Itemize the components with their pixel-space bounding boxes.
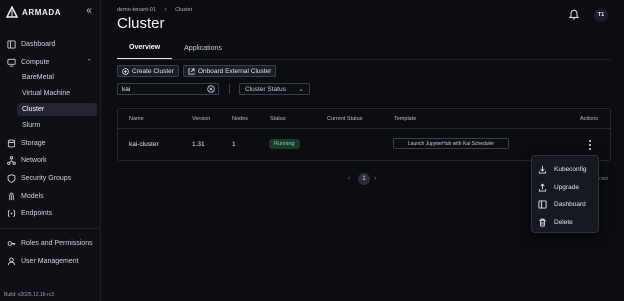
- column-header-actions: Actions: [580, 116, 599, 122]
- sidebar-item-label: Storage: [21, 140, 46, 147]
- sidebar-item-label: Security Groups: [21, 175, 72, 182]
- build-version: Build: v2025.12.16-rc3: [4, 292, 55, 298]
- onboard-external-cluster-button[interactable]: Onboard External Cluster: [183, 65, 277, 77]
- trash-icon: [539, 218, 546, 227]
- onboard-external-cluster-label: Onboard External Cluster: [198, 67, 272, 75]
- sidebar: ARMADA « Dashboard Compute ⌃ BareMetal V…: [0, 0, 101, 301]
- shield-icon: [6, 174, 16, 184]
- sidebar-item-roles-and-permissions[interactable]: Roles and Permissions: [6, 237, 98, 250]
- sidebar-item-label: Dashboard: [21, 41, 56, 48]
- sidebar-item-compute[interactable]: Compute ⌃: [6, 56, 98, 69]
- page-title: Cluster: [117, 15, 165, 32]
- network-icon: [6, 156, 16, 166]
- sidebar-item-slurm[interactable]: Slurm: [17, 119, 97, 132]
- cell-version: 1.31: [192, 141, 205, 148]
- sidebar-item-dashboard[interactable]: Dashboard: [6, 38, 98, 51]
- column-header-template: Template: [394, 116, 417, 122]
- plus-circle-icon: [122, 67, 129, 75]
- column-header-nodes: Nodes: [232, 116, 248, 122]
- compute-icon: [6, 58, 16, 68]
- breadcrumb-separator: >: [163, 7, 168, 13]
- sidebar-item-security-groups[interactable]: Security Groups: [6, 172, 98, 185]
- tabs: Overview Applications: [117, 37, 234, 59]
- pagination-prev-icon[interactable]: ‹: [348, 175, 350, 182]
- sidebar-item-label: Models: [21, 193, 44, 200]
- sidebar-divider: [0, 228, 101, 229]
- models-icon: [6, 192, 16, 202]
- armada-logo-icon: [6, 6, 18, 18]
- sidebar-item-label: Endpoints: [21, 210, 53, 217]
- launch-template-button[interactable]: Launch JupyterHub with Kai Scheduler: [393, 138, 509, 149]
- menu-item-delete[interactable]: Delete: [538, 215, 596, 229]
- sidebar-item-user-management[interactable]: User Management: [6, 255, 98, 268]
- chevron-up-icon: ⌃: [86, 59, 92, 66]
- tab-applications[interactable]: Applications: [172, 37, 234, 59]
- sidebar-item-label: Network: [21, 157, 47, 164]
- cluster-status-select[interactable]: Cluster Status ⌄: [239, 83, 310, 95]
- clear-search-icon[interactable]: [207, 85, 215, 93]
- menu-item-dashboard[interactable]: Dashboard: [538, 197, 596, 211]
- create-cluster-label: Create Cluster: [132, 67, 174, 75]
- create-cluster-button[interactable]: Create Cluster: [117, 65, 179, 77]
- column-header-name: Name: [129, 116, 144, 122]
- onboard-icon: [188, 67, 195, 75]
- obscured-text: own: [599, 176, 609, 182]
- sidebar-item-network[interactable]: Network: [6, 154, 98, 167]
- chevron-down-icon: ⌄: [298, 86, 304, 93]
- sidebar-item-endpoints[interactable]: Endpoints: [6, 207, 98, 220]
- row-actions-kebab-icon[interactable]: [586, 139, 593, 151]
- menu-item-upgrade[interactable]: Upgrade: [538, 180, 596, 194]
- menu-item-label: Upgrade: [554, 183, 579, 191]
- tabs-divider: [117, 59, 611, 60]
- tab-overview[interactable]: Overview: [117, 37, 173, 59]
- breadcrumb: demo-tenant-01 > Cluster: [117, 7, 192, 13]
- brand[interactable]: ARMADA: [6, 6, 61, 18]
- actions-menu: Kubeconfig Upgrade Dashboard Delete: [531, 155, 599, 233]
- sidebar-item-baremetal[interactable]: BareMetal: [17, 71, 97, 84]
- status-badge: Running: [269, 139, 300, 149]
- storage-icon: [6, 139, 16, 149]
- sidebar-item-storage[interactable]: Storage: [6, 137, 98, 150]
- download-icon: [538, 165, 547, 174]
- cell-nodes: 1: [232, 141, 236, 148]
- dashboard-icon: [6, 40, 16, 50]
- avatar[interactable]: T1: [594, 8, 608, 22]
- sidebar-item-label: Compute: [21, 59, 50, 66]
- endpoints-icon: [6, 209, 16, 219]
- menu-item-label: Delete: [554, 218, 573, 226]
- search-input[interactable]: kai: [117, 83, 219, 95]
- pagination-page[interactable]: 1: [358, 173, 370, 185]
- bell-icon[interactable]: [568, 8, 580, 20]
- pagination-next-icon[interactable]: ›: [374, 175, 376, 182]
- collapse-sidebar-icon[interactable]: «: [84, 6, 94, 16]
- breadcrumb-current: Cluster: [175, 7, 193, 13]
- breadcrumb-tenant[interactable]: demo-tenant-01: [117, 7, 156, 13]
- key-icon: [6, 239, 16, 249]
- filter-divider: [229, 84, 230, 94]
- dashboard-icon: [538, 199, 547, 209]
- brand-name: ARMADA: [22, 7, 62, 17]
- sidebar-item-label: Roles and Permissions: [21, 240, 93, 247]
- column-header-current-status: Current Status: [327, 116, 363, 122]
- menu-item-label: Dashboard: [554, 200, 586, 208]
- sidebar-item-virtual-machine[interactable]: Virtual Machine: [17, 87, 97, 100]
- sidebar-item-label: User Management: [21, 258, 79, 265]
- menu-item-label: Kubeconfig: [554, 165, 587, 173]
- column-header-status: Status: [270, 116, 286, 122]
- sidebar-item-cluster[interactable]: Cluster: [17, 103, 97, 116]
- table-header-divider: [118, 128, 610, 129]
- sidebar-item-models[interactable]: Models: [6, 190, 98, 203]
- user-icon: [6, 257, 16, 267]
- upload-icon: [538, 183, 547, 192]
- menu-item-kubeconfig[interactable]: Kubeconfig: [538, 162, 596, 176]
- cell-name[interactable]: kai-cluster: [129, 141, 159, 148]
- column-header-version: Version: [192, 116, 211, 122]
- cluster-status-placeholder: Cluster Status: [245, 85, 286, 93]
